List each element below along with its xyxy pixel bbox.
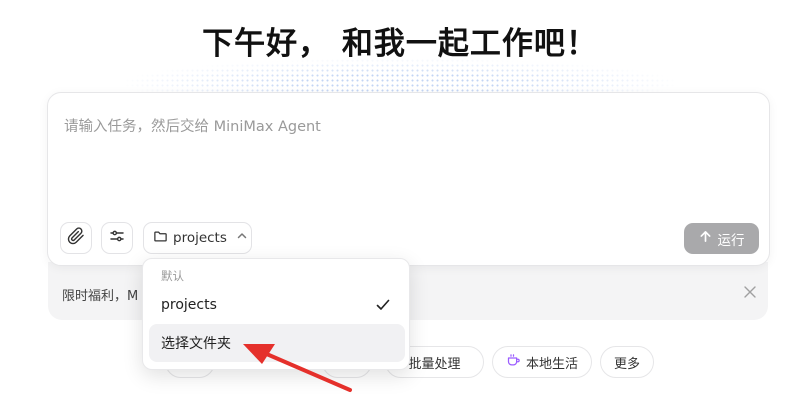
chip-local-life[interactable]: 本地生活 xyxy=(492,346,592,378)
folder-selector-label: projects xyxy=(173,230,227,246)
dropdown-item-label: 选择文件夹 xyxy=(161,336,231,352)
chip-label: 批量处理 xyxy=(408,356,461,372)
settings-button[interactable] xyxy=(101,222,133,254)
dropdown-item-label: projects xyxy=(161,297,217,313)
dropdown-item-choose-folder[interactable]: 选择文件夹 xyxy=(149,324,405,362)
chip-label: 更多 xyxy=(613,356,640,372)
folder-dropdown-menu: 默认 projects 选择文件夹 xyxy=(142,258,410,370)
cup-icon xyxy=(506,353,521,372)
task-input[interactable] xyxy=(64,115,744,215)
close-icon[interactable] xyxy=(742,284,758,300)
folder-icon xyxy=(153,229,168,248)
check-icon xyxy=(375,297,391,313)
greeting-title: 下午好， 和我一起工作吧！ xyxy=(202,26,598,62)
run-button[interactable]: 运行 xyxy=(684,223,759,254)
sliders-icon xyxy=(108,227,126,249)
paperclip-icon xyxy=(67,227,85,249)
dropdown-item-projects[interactable]: projects xyxy=(149,286,405,324)
chevron-up-icon xyxy=(236,230,248,246)
dropdown-group-label: 默认 xyxy=(161,269,184,283)
attach-button[interactable] xyxy=(60,222,92,254)
app-window: 下午好， 和我一起工作吧！ 限时福利，M 请输入任务，然后交给 MiniMax … xyxy=(0,0,800,415)
chip-more[interactable]: 更多 xyxy=(600,346,654,378)
folder-selector-button[interactable]: projects xyxy=(143,222,252,254)
arrow-up-icon xyxy=(699,230,712,247)
task-input-card: projects 运行 xyxy=(47,92,770,266)
chip-label: 本地生活 xyxy=(525,356,578,372)
run-button-label: 运行 xyxy=(717,232,745,249)
promo-text: 限时福利，M xyxy=(62,289,139,304)
